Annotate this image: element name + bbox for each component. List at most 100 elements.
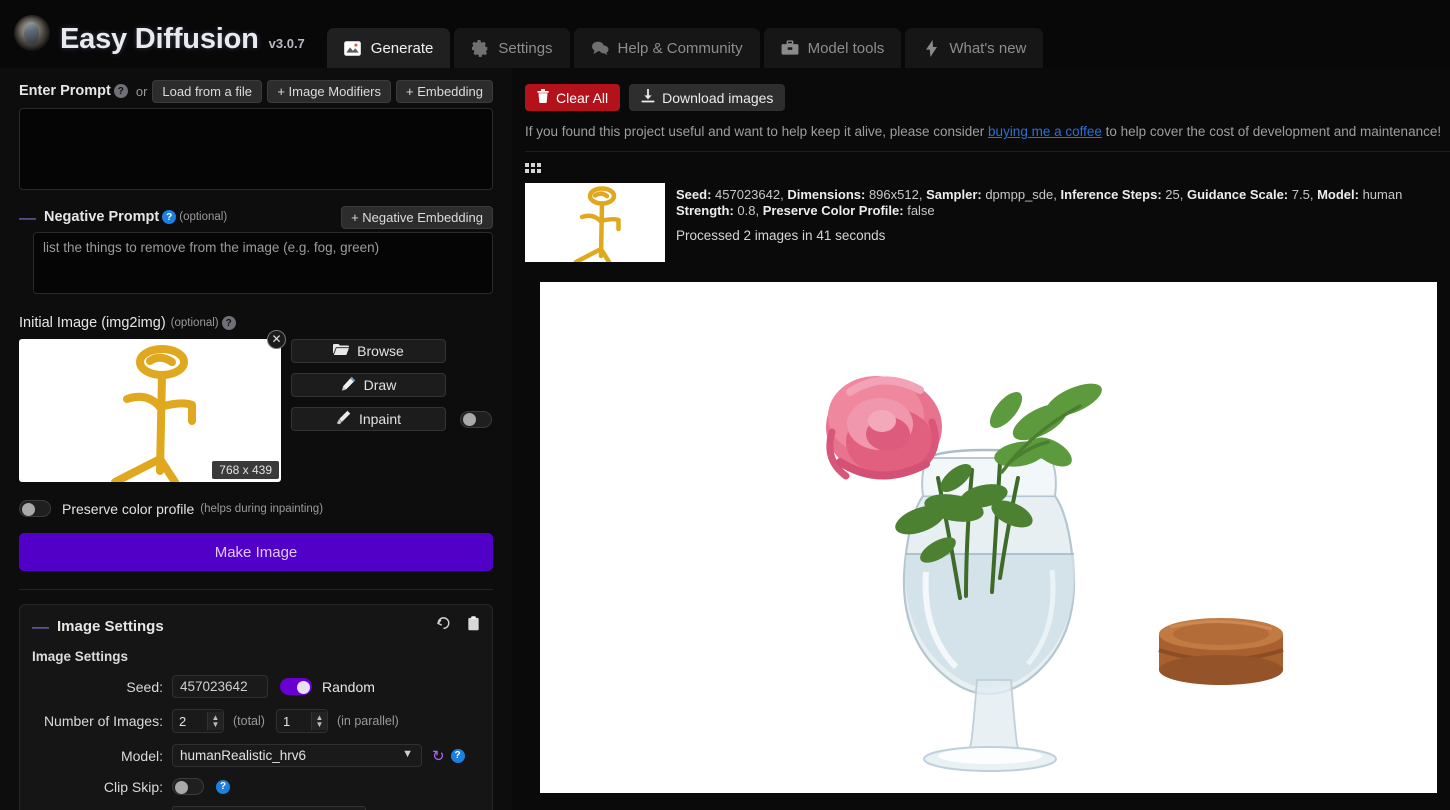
preserve-color-profile-toggle[interactable] [19,500,51,517]
brush-icon [336,410,351,428]
tab-label: Help & Community [617,39,743,57]
brand: Easy Diffusion v3.0.7 [0,14,305,55]
num-images-total-stepper[interactable]: 2 ▲ ▼ [172,709,224,733]
initial-image-buttons: Browse Draw Inpaint [291,339,492,482]
meta-key: Inference Steps: [1060,187,1162,202]
gear-icon [471,39,489,57]
tab-generate[interactable]: Generate [326,28,451,68]
meta-value: dpmpp_sde, [981,187,1057,202]
embedding-button[interactable]: + Embedding [396,79,493,103]
seed-input[interactable] [172,675,268,698]
preserve-color-profile-label: Preserve color profile [62,500,195,517]
help-icon[interactable]: ? [450,748,465,763]
negative-embedding-button[interactable]: + Negative Embedding [341,205,493,229]
generated-image[interactable] [540,282,1437,793]
clip-skip-label: Clip Skip: [103,778,163,795]
optional-note: (optional) [179,211,228,223]
folder-icon [333,343,350,359]
inpaint-button[interactable]: Inpaint [291,407,446,431]
initial-image-preview[interactable]: 768 x 439 [19,339,281,482]
clip-skip-toggle[interactable] [172,778,204,795]
meta-key: Sampler: [926,187,982,202]
preserve-color-profile-hint: (helps during inpainting) [200,502,324,515]
image-dimensions-badge: 768 x 439 [212,461,279,479]
model-select[interactable]: humanRealistic_hrv6 [172,744,422,767]
stepper-arrows-icon[interactable]: ▲ ▼ [207,712,223,730]
rose-in-glass-vase-image [540,282,1437,793]
help-icon[interactable]: ? [221,316,236,330]
inpaint-toggle[interactable] [460,410,492,428]
button-label: Download images [662,89,774,106]
controlnet-file-input[interactable]: Durchsuchen… Keine…ählt. [172,806,367,810]
result-thumbnail[interactable] [525,183,665,262]
help-icon[interactable]: ? [216,779,230,794]
random-seed-toggle[interactable] [280,678,312,695]
clear-all-button[interactable]: Clear All [525,84,621,111]
processing-status: Processed 2 images in 41 seconds [676,228,886,243]
preserve-color-profile-row: Preserve color profile (helps during inp… [19,500,493,517]
parallel-hint: (in parallel) [336,714,399,728]
load-from-file-button[interactable]: Load from a file [152,79,263,103]
divider [19,589,493,590]
main-tabs: Generate Settings Help & Community Model… [326,0,1044,68]
stepper-arrows-icon[interactable]: ▲ ▼ [310,712,327,730]
refresh-models-icon[interactable]: ↻ [432,747,445,765]
app-version: v3.0.7 [268,35,305,51]
meta-key: Model: [1317,187,1359,202]
app-title: Easy Diffusion [60,22,259,55]
browse-button[interactable]: Browse [291,339,446,363]
tab-label: Generate [370,39,434,57]
result-metadata: Seed: 457023642, Dimensions: 896x512, Sa… [676,183,1450,262]
meta-value: 896x512, [865,187,923,202]
result-actions: Clear All Download images [525,84,1450,111]
app-logo-icon [14,14,50,51]
button-label: Inpaint [358,411,402,427]
negative-prompt-header: — Negative Prompt ? (optional) + Negativ… [19,205,493,229]
left-panel: Enter Prompt ? or Load from a file + Ima… [0,68,512,810]
panel-title: Image Settings [57,617,164,635]
clipboard-icon[interactable] [467,616,480,636]
lightning-bolt-icon [922,39,940,57]
clip-skip-row: Clip Skip: ? [32,778,480,795]
total-hint: (total) [233,714,265,728]
tab-whats-new[interactable]: What's new [905,28,1044,68]
pencil-icon [341,376,356,394]
meta-value: 457023642, [711,187,784,202]
meta-value: 25, [1161,187,1184,202]
value: 1 [282,713,291,729]
remove-initial-image-button[interactable]: ✕ [267,330,286,349]
result-header: Seed: 457023642, Dimensions: 896x512, Sa… [525,183,1450,262]
grid-icon[interactable] [525,163,541,175]
image-settings-header: — Image Settings [32,615,480,637]
help-icon[interactable]: ? [113,84,128,98]
tab-help-community[interactable]: Help & Community [573,28,760,68]
download-images-button[interactable]: Download images [629,84,786,111]
meta-value: false [903,203,935,218]
image-modifiers-button[interactable]: + Image Modifiers [267,79,392,103]
meta-value: human [1358,187,1403,202]
num-images-parallel-stepper[interactable]: 1 ▲ ▼ [275,709,328,733]
tab-label: What's new [949,39,1027,57]
image-settings-panel: — Image Settings Image Settings Seed: Ra… [19,604,493,810]
collapse-toggle-icon[interactable]: — [32,618,49,635]
meta-value: 0.8, [733,203,760,218]
tab-settings[interactable]: Settings [454,28,570,68]
number-of-images-label: Number of Images: [43,713,163,729]
negative-prompt-input[interactable] [33,232,493,294]
tab-label: Model tools [807,39,885,57]
image-settings-subtitle: Image Settings [32,649,129,664]
prompt-input[interactable] [19,108,493,190]
draw-button[interactable]: Draw [291,373,446,397]
reset-icon[interactable] [436,616,451,636]
donate-banner: If you found this project useful and wan… [525,124,1450,152]
metadata-line-1: Seed: 457023642, Dimensions: 896x512, Sa… [676,187,1450,219]
help-icon[interactable]: ? [162,210,177,224]
make-image-button[interactable]: Make Image [19,533,493,571]
buy-me-a-coffee-link[interactable]: buying me a coffee [988,124,1102,139]
collapse-toggle-icon[interactable]: — [19,209,36,226]
meta-key: Preserve Color Profile: [762,203,904,218]
optional-note: (optional) [170,317,219,329]
prompt-header: Enter Prompt ? or Load from a file + Ima… [19,79,493,103]
chat-bubbles-icon [591,39,609,57]
tab-model-tools[interactable]: Model tools [763,28,902,68]
